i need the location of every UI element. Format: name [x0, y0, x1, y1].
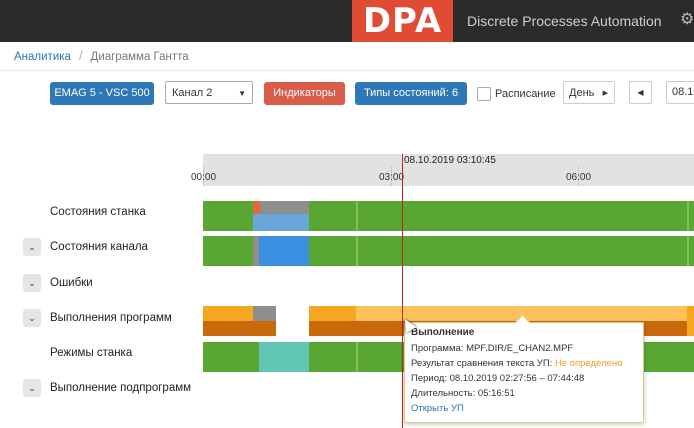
gantt-divider — [356, 201, 358, 231]
period-select[interactable]: День ▶ — [563, 81, 615, 104]
channel-select[interactable]: Канал 2 ▼ — [165, 81, 253, 104]
current-time-cursor — [402, 154, 403, 428]
channel-select-value: Канал 2 — [172, 87, 213, 99]
open-program-link[interactable]: Открыть УП — [411, 403, 637, 414]
date-input[interactable]: 08.10 — [666, 81, 694, 104]
gantt-bar-program-light[interactable] — [309, 306, 694, 321]
gantt-bar-program[interactable] — [309, 306, 356, 321]
state-types-button[interactable]: Типы состояний: 6 — [355, 82, 467, 105]
breadcrumb-separator: / — [79, 51, 83, 63]
gantt-bar-mode-teal[interactable] — [259, 342, 309, 372]
execution-tooltip: Выполнение Программа: MPF.DIR/E_CHAN2.MP… — [404, 314, 644, 423]
tick-label: 03:00 — [379, 172, 405, 183]
expand-chevron-icon[interactable]: ⌄ — [23, 379, 41, 397]
indicators-button[interactable]: Индикаторы — [264, 82, 345, 105]
tooltip-compare-line: Результат сравнения текста УП: Не опреде… — [411, 358, 637, 369]
period-select-value: День — [569, 87, 595, 99]
gantt-bar-idle[interactable] — [260, 201, 309, 214]
row-label-errors: Ошибки — [50, 277, 93, 289]
tooltip-compare-value: Не определено — [554, 358, 623, 369]
tooltip-period-line: Период: 08.10.2019 02:27:56 – 07:44:48 — [411, 373, 637, 384]
gantt-divider — [356, 236, 358, 266]
tooltip-compare-label: Результат сравнения текста УП: — [411, 358, 553, 369]
gantt-bar-program-dark[interactable] — [203, 321, 253, 336]
breadcrumb-current: Диаграмма Гантта — [90, 51, 189, 63]
chevron-down-icon: ▼ — [238, 89, 246, 98]
top-navbar: DPA Discrete Processes Automation ⚙ — [0, 0, 694, 42]
gantt-bar-program[interactable] — [203, 306, 253, 321]
row-label-program-executions: Выполнения программ — [50, 312, 172, 324]
chevron-left-icon[interactable]: ◀ — [629, 81, 652, 104]
row-label-machine-modes: Режимы станка — [50, 347, 133, 359]
tooltip-duration-label: Длительность: — [411, 388, 476, 399]
caret-right-icon: ▶ — [602, 90, 608, 97]
gear-icon[interactable]: ⚙ — [680, 9, 694, 29]
gantt-divider — [687, 201, 689, 231]
tooltip-duration-value: 05:16:51 — [477, 388, 515, 399]
brand-title: Discrete Processes Automation — [467, 13, 662, 29]
machine-select-button[interactable]: EMAG 5 - VSC 500 — [50, 82, 154, 105]
schedule-label: Расписание — [495, 88, 556, 100]
gantt-divider — [687, 236, 689, 266]
gantt-divider — [356, 342, 358, 372]
tooltip-program-line: Программа: MPF.DIR/E_CHAN2.MPF — [411, 343, 637, 354]
cursor-time-label: 08.10.2019 03:10:45 — [404, 155, 496, 166]
schedule-checkbox[interactable] — [477, 87, 491, 101]
expand-chevron-icon[interactable]: ⌄ — [23, 309, 41, 327]
row-label-machine-states: Состояния станка — [50, 206, 146, 218]
gantt-bar-idle[interactable] — [253, 306, 276, 321]
divider — [0, 70, 694, 71]
expand-chevron-icon[interactable]: ⌄ — [23, 274, 41, 292]
tooltip-program-value: MPF.DIR/E_CHAN2.MPF — [466, 343, 574, 354]
gantt-bar-alarm[interactable] — [253, 201, 260, 214]
gantt-bar-channel-active[interactable] — [259, 236, 309, 266]
dpa-logo[interactable]: DPA — [352, 0, 453, 42]
expand-chevron-icon[interactable]: ⌄ — [23, 238, 41, 256]
gantt-bar-program-dark[interactable] — [253, 321, 276, 336]
gantt-bar-program[interactable] — [687, 306, 694, 336]
breadcrumb-analytics-link[interactable]: Аналитика — [14, 51, 71, 63]
tooltip-program-label: Программа: — [411, 343, 464, 354]
tooltip-period-label: Период: — [411, 373, 447, 384]
tick-label: 06:00 — [566, 172, 592, 183]
row-label-subprogram-executions: Выполнение подпрограмм — [50, 382, 192, 394]
tooltip-period-value: 08.10.2019 02:27:56 – 07:44:48 — [449, 373, 585, 384]
gantt-bar-channel-overlap[interactable] — [253, 214, 309, 231]
tick-label: 00:00 — [191, 172, 217, 183]
tooltip-duration-line: Длительность: 05:16:51 — [411, 388, 637, 399]
breadcrumb: Аналитика / Диаграмма Гантта — [14, 51, 189, 63]
row-label-channel-states: Состояния канала — [50, 241, 148, 253]
